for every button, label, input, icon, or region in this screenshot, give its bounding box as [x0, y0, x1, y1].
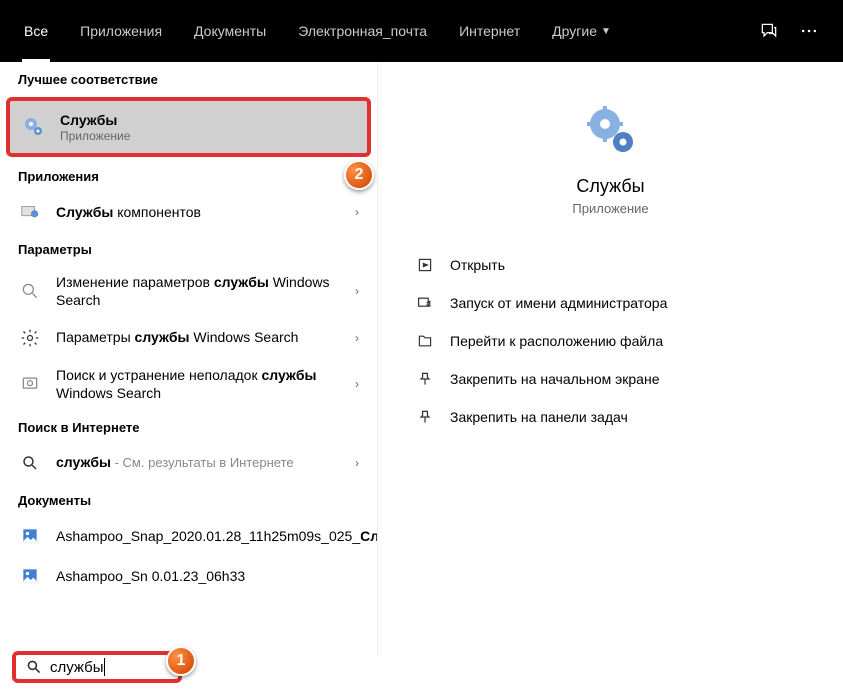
- action-label: Запуск от имени администратора: [450, 295, 667, 311]
- chevron-right-icon: ›: [355, 205, 359, 219]
- result-title: Службы: [60, 111, 355, 129]
- annotation-badge-1: 1: [166, 646, 196, 676]
- tab-more[interactable]: Другие▼: [536, 0, 627, 62]
- chevron-right-icon: ›: [355, 377, 359, 391]
- image-file-icon: [18, 524, 42, 548]
- result-title: Изменение параметров службы Windows Sear…: [56, 273, 355, 309]
- chevron-down-icon: ▼: [601, 26, 611, 37]
- result-doc-2[interactable]: Ashampoo_Sn 0.01.23_06h33: [0, 556, 377, 596]
- result-web-1[interactable]: службы - См. результаты в Интернете ›: [0, 443, 377, 483]
- preview-services-icon: [583, 102, 639, 158]
- chevron-right-icon: ›: [355, 284, 359, 298]
- tab-apps[interactable]: Приложения: [64, 0, 178, 62]
- pin-start-icon: [416, 370, 434, 388]
- search-icon: [18, 451, 42, 475]
- result-best-match[interactable]: Службы Приложение: [6, 97, 371, 157]
- text-cursor: [104, 658, 105, 676]
- result-setting-2[interactable]: Параметры службы Windows Search ›: [0, 318, 377, 358]
- action-label: Открыть: [450, 257, 505, 273]
- results-panel: Лучшее соответствие Службы Приложение Пр…: [0, 62, 378, 656]
- result-setting-1[interactable]: Изменение параметров службы Windows Sear…: [0, 265, 377, 317]
- troubleshoot-icon: [18, 372, 42, 396]
- section-web: Поиск в Интернете: [0, 410, 377, 443]
- action-open[interactable]: Открыть: [398, 246, 823, 284]
- image-file-icon: [18, 564, 42, 588]
- result-title: Ashampoo_Snap_2020.01.28_11h25m09s_025_С…: [56, 527, 378, 545]
- result-title: Параметры службы Windows Search: [56, 328, 355, 346]
- more-icon[interactable]: [799, 21, 819, 41]
- section-apps: Приложения: [0, 159, 377, 192]
- action-pin-start[interactable]: Закрепить на начальном экране: [398, 360, 823, 398]
- section-best-match: Лучшее соответствие: [0, 62, 377, 95]
- services-icon: [22, 115, 46, 139]
- result-doc-1[interactable]: Ashampoo_Snap_2020.01.28_11h25m09s_025_С…: [0, 516, 377, 556]
- tab-documents[interactable]: Документы: [178, 0, 282, 62]
- result-title: службы - См. результаты в Интернете: [56, 453, 355, 472]
- gear-icon: [18, 326, 42, 350]
- action-run-admin[interactable]: Запуск от имени администратора: [398, 284, 823, 322]
- header-bar: Все Приложения Документы Электронная_поч…: [0, 0, 843, 62]
- action-label: Закрепить на панели задач: [450, 409, 628, 425]
- action-open-location[interactable]: Перейти к расположению файла: [398, 322, 823, 360]
- feedback-icon[interactable]: [759, 21, 779, 41]
- header-tabs: Все Приложения Документы Электронная_поч…: [8, 0, 759, 62]
- action-list: Открыть Запуск от имени администратора П…: [398, 246, 823, 436]
- result-app-components[interactable]: Службы компонентов ›: [0, 192, 377, 232]
- result-title: Службы компонентов: [56, 203, 355, 221]
- search-settings-icon: [18, 279, 42, 303]
- preview-title: Службы: [576, 176, 644, 197]
- open-icon: [416, 256, 434, 274]
- preview-subtitle: Приложение: [572, 201, 648, 216]
- folder-icon: [416, 332, 434, 350]
- result-subtitle: Приложение: [60, 129, 355, 143]
- chevron-right-icon: ›: [355, 331, 359, 345]
- action-pin-taskbar[interactable]: Закрепить на панели задач: [398, 398, 823, 436]
- tab-all[interactable]: Все: [8, 0, 64, 62]
- admin-icon: [416, 294, 434, 312]
- search-bar: службы: [12, 648, 831, 686]
- preview-panel: Службы Приложение Открыть Запуск от имен…: [378, 62, 843, 656]
- search-input-text[interactable]: службы: [50, 659, 104, 676]
- tab-internet[interactable]: Интернет: [443, 0, 536, 62]
- annotation-badge-2: 2: [344, 160, 374, 190]
- section-settings: Параметры: [0, 232, 377, 265]
- chevron-right-icon: ›: [355, 456, 359, 470]
- result-title: Поиск и устранение неполадок службы Wind…: [56, 366, 355, 402]
- action-label: Закрепить на начальном экране: [450, 371, 660, 387]
- action-label: Перейти к расположению файла: [450, 333, 663, 349]
- result-setting-3[interactable]: Поиск и устранение неполадок службы Wind…: [0, 358, 377, 410]
- section-documents: Документы: [0, 483, 377, 516]
- tab-email[interactable]: Электронная_почта: [282, 0, 443, 62]
- search-icon: [26, 659, 42, 675]
- result-title: Ashampoo_Sn 0.01.23_06h33: [56, 567, 359, 585]
- header-right: [759, 21, 835, 41]
- pin-taskbar-icon: [416, 408, 434, 426]
- component-services-icon: [18, 200, 42, 224]
- search-box[interactable]: службы: [12, 651, 182, 683]
